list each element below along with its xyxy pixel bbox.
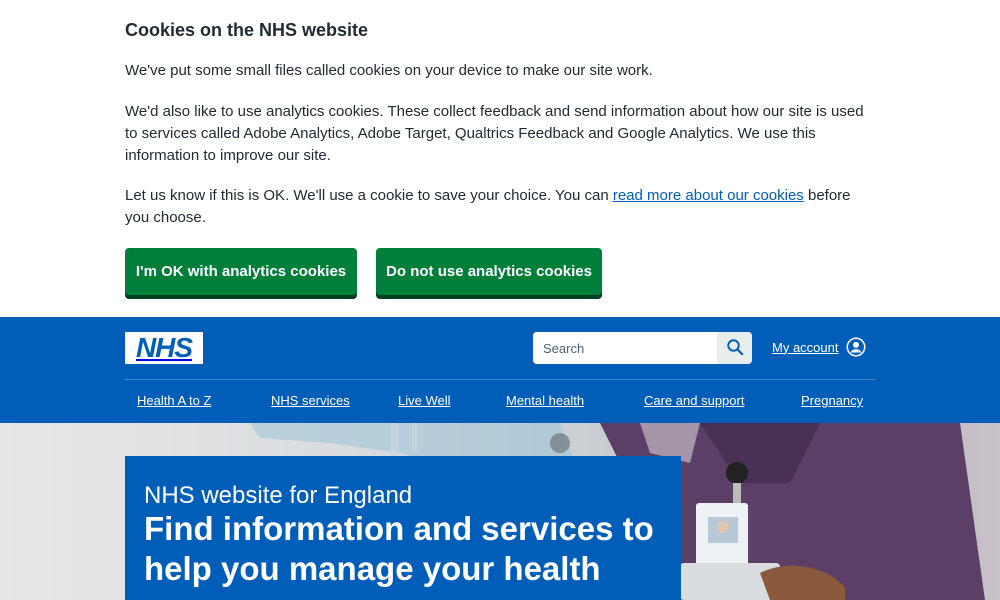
nav-item-live-well[interactable]: Live Well: [398, 393, 451, 408]
nav-item-pregnancy[interactable]: Pregnancy: [801, 393, 863, 408]
my-account-link[interactable]: My account: [772, 340, 838, 355]
hero-banner: NHS website for England Find information…: [0, 423, 1000, 600]
nhs-logo-text: NHS: [135, 332, 193, 363]
accept-analytics-cookies-button[interactable]: I'm OK with analytics cookies: [125, 248, 357, 295]
primary-navigation: Health A to Z NHS services Live Well Men…: [125, 379, 875, 423]
search-icon: [726, 338, 744, 359]
read-more-cookies-link[interactable]: read more about our cookies: [613, 187, 804, 204]
hero-subtitle: NHS website for England: [144, 482, 413, 509]
hero-title: Find information and services to help yo…: [144, 510, 654, 587]
search-input[interactable]: [533, 332, 716, 364]
nav-item-nhs-services[interactable]: NHS services: [271, 393, 350, 408]
nav-item-health-a-to-z[interactable]: Health A to Z: [137, 393, 211, 408]
cookie-paragraph-2: We'd also like to use analytics cookies.…: [125, 103, 864, 164]
nhs-logo[interactable]: NHS: [125, 332, 203, 364]
cookie-banner: Cookies on the NHS website We've put som…: [0, 0, 1000, 317]
cookie-paragraph-3-text: Let us know if this is OK. We'll use a c…: [125, 187, 613, 204]
cookie-paragraph-1: We've put some small files called cookie…: [125, 62, 653, 79]
cookie-paragraph-3: Let us know if this is OK. We'll use a c…: [125, 185, 865, 229]
nav-item-mental-health[interactable]: Mental health: [506, 393, 584, 408]
search-form: [533, 332, 752, 364]
nav-item-care-and-support[interactable]: Care and support: [644, 393, 744, 408]
hero-text-box: NHS website for England Find information…: [125, 456, 681, 600]
search-button[interactable]: [717, 332, 752, 364]
account-area: My account: [772, 337, 866, 357]
user-circle-icon[interactable]: [846, 337, 866, 357]
site-header: NHS My account Health A to Z NHS service…: [0, 317, 1000, 423]
reject-analytics-cookies-button[interactable]: Do not use analytics cookies: [376, 248, 602, 295]
cookie-banner-title: Cookies on the NHS website: [125, 20, 369, 40]
